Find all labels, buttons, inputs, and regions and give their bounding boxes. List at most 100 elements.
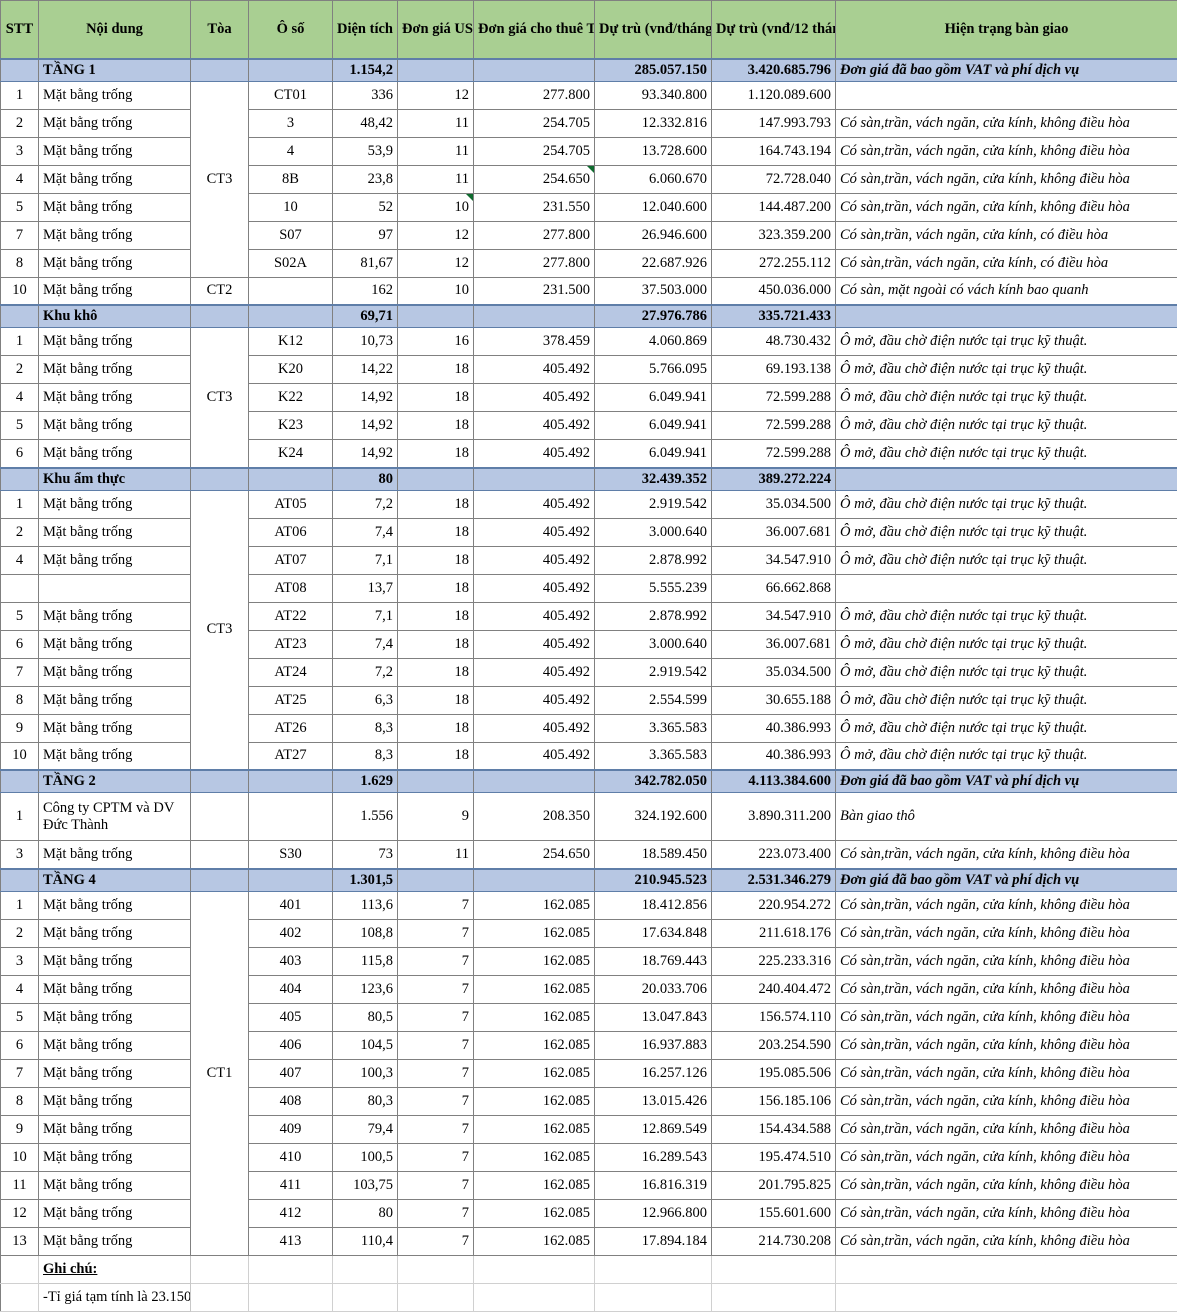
table-row[interactable]: 3Mặt bằng trống453,911254.70513.728.6001…: [1, 137, 1177, 165]
table-row[interactable]: 1Công ty CPTM và DV Đức Thành1.5569208.3…: [1, 793, 1177, 841]
cell-don-gia-usd[interactable]: 11: [398, 109, 474, 137]
cell-don-gia-thue[interactable]: [474, 59, 595, 82]
cell-o-so[interactable]: K23: [249, 412, 333, 440]
cell-dien-tich[interactable]: 52: [333, 193, 398, 221]
table-section-row[interactable]: Khu ẩm thực8032.439.352389.272.224: [1, 468, 1177, 491]
cell-stt[interactable]: 2: [1, 518, 39, 546]
cell-hien-trang-ban-giao[interactable]: Ô mở, đầu chờ điện nước tại trục kỹ thuậ…: [836, 328, 1177, 356]
cell-du-tru-12-thang[interactable]: 34.547.910: [712, 546, 836, 574]
table-row[interactable]: 9Mặt bằng trốngAT268,318405.4923.365.583…: [1, 714, 1177, 742]
cell-don-gia-thue[interactable]: 277.800: [474, 81, 595, 109]
cell-du-tru-thang[interactable]: 26.946.600: [595, 221, 712, 249]
cell-hien-trang-ban-giao[interactable]: Có sàn,trần, vách ngăn, cửa kính, không …: [836, 891, 1177, 919]
table-row[interactable]: 5Mặt bằng trống40580,57162.08513.047.843…: [1, 1003, 1177, 1031]
cell-dien-tich[interactable]: 1.556: [333, 793, 398, 841]
table-section-row[interactable]: TẦNG 21.629342.782.0504.113.384.600Đơn g…: [1, 770, 1177, 793]
cell-du-tru-thang[interactable]: 5.555.239: [595, 574, 712, 602]
cell-stt[interactable]: 7: [1, 1059, 39, 1087]
cell-stt[interactable]: 6: [1, 440, 39, 468]
cell-don-gia-thue[interactable]: 162.085: [474, 1199, 595, 1227]
cell-hien-trang-ban-giao[interactable]: Có sàn,trần, vách ngăn, cửa kính, không …: [836, 1031, 1177, 1059]
cell-don-gia-thue[interactable]: 405.492: [474, 356, 595, 384]
cell-du-tru-12-thang[interactable]: 69.193.138: [712, 356, 836, 384]
cell-dien-tich[interactable]: 115,8: [333, 947, 398, 975]
cell-stt[interactable]: 7: [1, 658, 39, 686]
cell-don-gia-usd[interactable]: 7: [398, 1199, 474, 1227]
cell-du-tru-12-thang[interactable]: 3.420.685.796: [712, 59, 836, 82]
cell-don-gia-usd[interactable]: 9: [398, 793, 474, 841]
cell-hien-trang-ban-giao[interactable]: Bàn giao thô: [836, 793, 1177, 841]
cell-don-gia-thue[interactable]: 162.085: [474, 947, 595, 975]
cell-dien-tich[interactable]: 79,4: [333, 1115, 398, 1143]
cell-stt[interactable]: 2: [1, 109, 39, 137]
cell-o-so[interactable]: 407: [249, 1059, 333, 1087]
cell-don-gia-thue[interactable]: 162.085: [474, 1087, 595, 1115]
cell-don-gia-thue[interactable]: 405.492: [474, 440, 595, 468]
cell-dien-tich[interactable]: 14,92: [333, 440, 398, 468]
cell-du-tru-thang[interactable]: 5.766.095: [595, 356, 712, 384]
cell-dien-tich[interactable]: 73: [333, 841, 398, 869]
cell-dien-tich[interactable]: 8,3: [333, 742, 398, 770]
cell-noi-dung[interactable]: Mặt bằng trống: [39, 1143, 191, 1171]
cell-dien-tich[interactable]: 110,4: [333, 1227, 398, 1255]
cell-hien-trang-ban-giao[interactable]: Ô mở, đầu chờ điện nước tại trục kỹ thuậ…: [836, 356, 1177, 384]
cell-hien-trang-ban-giao[interactable]: [836, 468, 1177, 491]
cell-noi-dung[interactable]: Mặt bằng trống: [39, 384, 191, 412]
cell-du-tru-12-thang[interactable]: 214.730.208: [712, 1227, 836, 1255]
cell-stt[interactable]: 5: [1, 412, 39, 440]
cell-hien-trang-ban-giao[interactable]: Ô mở, đầu chờ điện nước tại trục kỹ thuậ…: [836, 490, 1177, 518]
cell-don-gia-thue[interactable]: 405.492: [474, 742, 595, 770]
cell-dien-tich[interactable]: 8,3: [333, 714, 398, 742]
cell-dien-tich[interactable]: 13,7: [333, 574, 398, 602]
cell-don-gia-usd[interactable]: 18: [398, 630, 474, 658]
cell-section-name[interactable]: Khu khô: [39, 305, 191, 328]
cell-du-tru-thang[interactable]: 210.945.523: [595, 869, 712, 892]
table-row[interactable]: 12Mặt bằng trống412807162.08512.966.8001…: [1, 1199, 1177, 1227]
cell-dien-tich[interactable]: 14,92: [333, 384, 398, 412]
cell-hien-trang-ban-giao[interactable]: Ô mở, đầu chờ điện nước tại trục kỹ thuậ…: [836, 546, 1177, 574]
col-header-stt[interactable]: STT: [1, 1, 39, 59]
cell-hien-trang-ban-giao[interactable]: Có sàn,trần, vách ngăn, cửa kính, không …: [836, 947, 1177, 975]
cell-stt[interactable]: 2: [1, 356, 39, 384]
table-row[interactable]: 10Mặt bằng trốngAT278,318405.4923.365.58…: [1, 742, 1177, 770]
cell-du-tru-thang[interactable]: 4.060.869: [595, 328, 712, 356]
cell-du-tru-thang[interactable]: 3.365.583: [595, 742, 712, 770]
cell-o-so[interactable]: 412: [249, 1199, 333, 1227]
cell-dien-tich[interactable]: 104,5: [333, 1031, 398, 1059]
cell-stt[interactable]: 13: [1, 1227, 39, 1255]
cell-du-tru-12-thang[interactable]: 36.007.681: [712, 630, 836, 658]
cell-hien-trang-ban-giao[interactable]: Có sàn,trần, vách ngăn, cửa kính, không …: [836, 1087, 1177, 1115]
cell-stt[interactable]: 1: [1, 81, 39, 109]
table-row[interactable]: 5Mặt bằng trống105210231.55012.040.60014…: [1, 193, 1177, 221]
cell-noi-dung[interactable]: Mặt bằng trống: [39, 1115, 191, 1143]
cell-du-tru-thang[interactable]: 3.000.640: [595, 630, 712, 658]
cell-du-tru-thang[interactable]: 2.878.992: [595, 602, 712, 630]
cell-o-so[interactable]: [249, 59, 333, 82]
cell-du-tru-12-thang[interactable]: 35.034.500: [712, 658, 836, 686]
table-row[interactable]: 4Mặt bằng trống8B23,811254.6506.060.6707…: [1, 165, 1177, 193]
cell-dien-tich[interactable]: 14,92: [333, 412, 398, 440]
cell-noi-dung[interactable]: Mặt bằng trống: [39, 109, 191, 137]
cell-noi-dung[interactable]: Mặt bằng trống: [39, 891, 191, 919]
cell-don-gia-thue[interactable]: 254.650: [474, 841, 595, 869]
cell-hien-trang-ban-giao[interactable]: Ô mở, đầu chờ điện nước tại trục kỹ thuậ…: [836, 440, 1177, 468]
cell-don-gia-usd[interactable]: 16: [398, 328, 474, 356]
cell-stt[interactable]: 5: [1, 602, 39, 630]
cell-hien-trang-ban-giao[interactable]: Ô mở, đầu chờ điện nước tại trục kỹ thuậ…: [836, 384, 1177, 412]
cell-don-gia-thue[interactable]: 405.492: [474, 518, 595, 546]
cell-don-gia-usd[interactable]: 18: [398, 518, 474, 546]
cell-don-gia-thue[interactable]: [474, 869, 595, 892]
cell-hien-trang-ban-giao[interactable]: Ô mở, đầu chờ điện nước tại trục kỹ thuậ…: [836, 742, 1177, 770]
col-header-don-gia-usd[interactable]: Đơn giá USD tương ứng: [398, 1, 474, 59]
cell-noi-dung[interactable]: Mặt bằng trống: [39, 81, 191, 109]
cell-don-gia-usd[interactable]: 7: [398, 1031, 474, 1059]
cell-dien-tich[interactable]: 97: [333, 221, 398, 249]
table-row[interactable]: 10Mặt bằng trốngCT216210231.50037.503.00…: [1, 277, 1177, 305]
cell-don-gia-usd[interactable]: 7: [398, 891, 474, 919]
cell-stt[interactable]: 3: [1, 137, 39, 165]
col-header-dientich[interactable]: Diện tích (m2): [333, 1, 398, 59]
cell-stt[interactable]: 3: [1, 947, 39, 975]
table-row[interactable]: 9Mặt bằng trống40979,47162.08512.869.549…: [1, 1115, 1177, 1143]
cell-du-tru-thang[interactable]: 12.040.600: [595, 193, 712, 221]
cell-noi-dung[interactable]: Mặt bằng trống: [39, 1031, 191, 1059]
